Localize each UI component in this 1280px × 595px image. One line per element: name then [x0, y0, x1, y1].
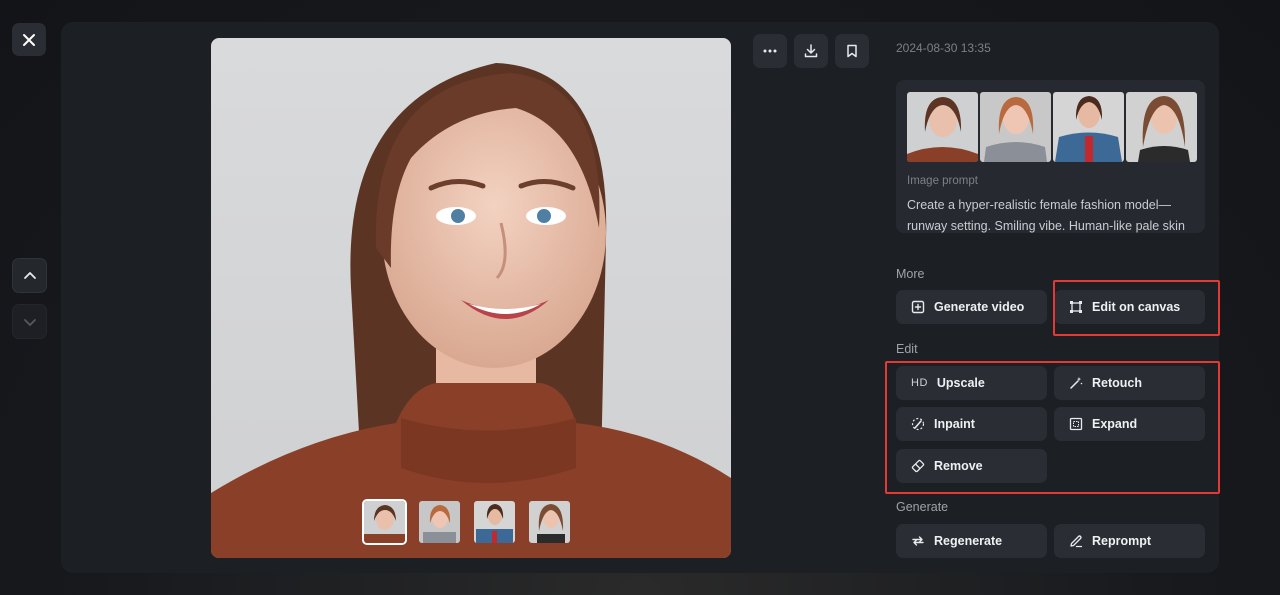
- more-options-button[interactable]: [753, 34, 787, 68]
- hd-icon: HD: [911, 377, 928, 389]
- generate-video-button[interactable]: Generate video: [896, 290, 1047, 324]
- section-label-generate: Generate: [896, 500, 949, 514]
- variation-thumbnail-3[interactable]: [472, 499, 517, 545]
- generate-video-label: Generate video: [934, 300, 1025, 314]
- bookmark-icon: [847, 44, 857, 58]
- prompt-thumbnail-1[interactable]: [907, 92, 978, 162]
- chevron-up-icon: [23, 271, 36, 279]
- pencil-icon: [1070, 535, 1083, 548]
- remove-button[interactable]: Remove: [896, 449, 1047, 483]
- download-icon: [804, 44, 818, 58]
- chevron-down-icon: [23, 318, 36, 326]
- reprompt-label: Reprompt: [1092, 534, 1152, 548]
- refresh-icon: [912, 536, 924, 546]
- eraser-icon: [911, 459, 925, 473]
- upscale-label: Upscale: [936, 376, 985, 390]
- download-button[interactable]: [794, 34, 828, 68]
- retouch-button[interactable]: Retouch: [1054, 366, 1205, 400]
- main-image: [211, 38, 731, 558]
- edit-on-canvas-label: Edit on canvas: [1092, 300, 1181, 314]
- more-horizontal-icon: [763, 49, 777, 53]
- section-label-edit: Edit: [896, 342, 918, 356]
- canvas-frame-icon: [1070, 301, 1082, 313]
- magic-wand-icon: [1070, 377, 1083, 389]
- close-button[interactable]: [12, 23, 46, 56]
- prompt-label: Image prompt: [907, 175, 978, 187]
- prompt-thumbnail-4[interactable]: [1126, 92, 1197, 162]
- section-label-more: More: [896, 267, 925, 281]
- previous-image-button[interactable]: [12, 258, 47, 293]
- remove-label: Remove: [934, 459, 983, 473]
- portrait-illustration: [211, 63, 731, 558]
- prompt-thumbnail-2[interactable]: [980, 92, 1051, 162]
- edit-on-canvas-button[interactable]: Edit on canvas: [1054, 290, 1205, 324]
- timestamp: 2024-08-30 13:35: [896, 41, 991, 55]
- reprompt-button[interactable]: Reprompt: [1054, 524, 1205, 558]
- prompt-card: Image prompt Create a hyper-realistic fe…: [896, 80, 1205, 233]
- regenerate-label: Regenerate: [934, 534, 1003, 548]
- brush-icon: [911, 417, 925, 431]
- upscale-button[interactable]: HD Upscale: [896, 366, 1047, 400]
- expand-frame-icon: [1069, 417, 1083, 431]
- inpaint-button[interactable]: Inpaint: [896, 407, 1047, 441]
- close-icon: [23, 33, 35, 46]
- inpaint-label: Inpaint: [934, 417, 975, 431]
- variation-thumbnail-1[interactable]: [362, 499, 407, 545]
- variation-thumbnail-4[interactable]: [527, 499, 572, 545]
- expand-label: Expand: [1092, 417, 1138, 431]
- prompt-thumbnail-3[interactable]: [1053, 92, 1124, 162]
- expand-button[interactable]: Expand: [1054, 407, 1205, 441]
- video-plus-icon: [911, 300, 925, 314]
- regenerate-button[interactable]: Regenerate: [896, 524, 1047, 558]
- prompt-text: Create a hyper-realistic female fashion …: [907, 198, 1185, 233]
- prompt-image-thumbnails: [907, 92, 1197, 162]
- retouch-label: Retouch: [1092, 376, 1142, 390]
- variation-thumbnail-2[interactable]: [417, 499, 462, 545]
- variation-thumbnails: [362, 499, 572, 545]
- next-image-button[interactable]: [12, 304, 47, 339]
- bookmark-button[interactable]: [835, 34, 869, 68]
